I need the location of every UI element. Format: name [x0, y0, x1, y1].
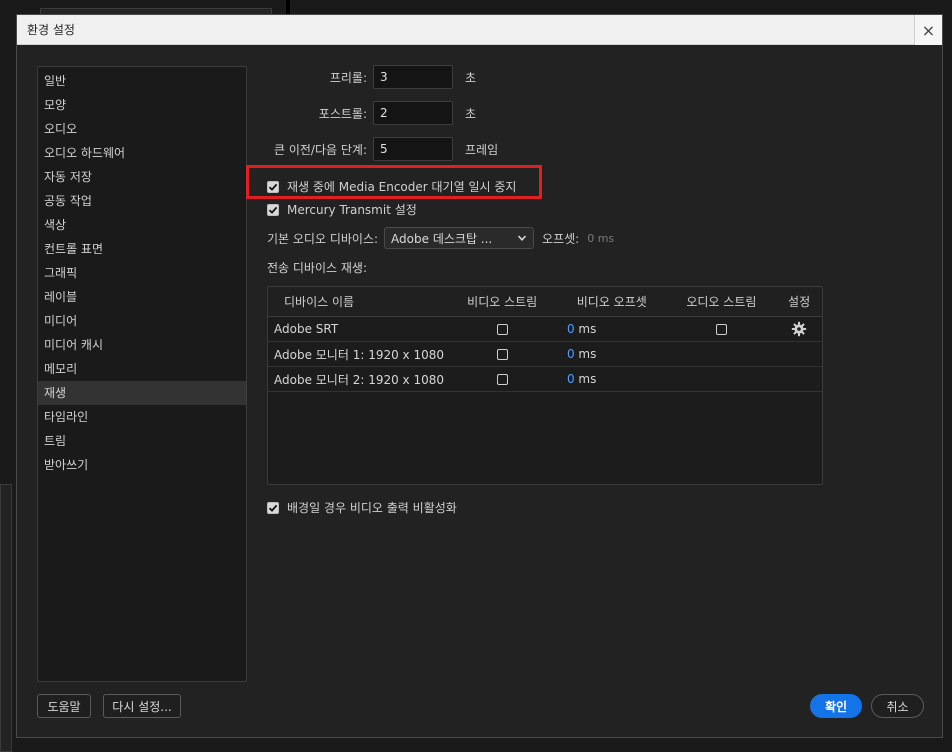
sidebar-item-auto-save[interactable]: 자동 저장: [38, 165, 246, 189]
audio-device-row: 기본 오디오 디바이스: Adobe 데스크탑 ... 오프셋: 0 ms: [267, 227, 614, 249]
audio-device-select[interactable]: Adobe 데스크탑 ...: [384, 227, 535, 249]
disable-video-background-option[interactable]: 배경일 경우 비디오 출력 비활성화: [267, 499, 457, 516]
transmit-heading: 전송 디바이스 재생:: [267, 259, 367, 276]
header-video-stream: 비디오 스트림: [467, 295, 538, 309]
step-input[interactable]: 5: [373, 137, 453, 161]
sidebar-item-collaboration[interactable]: 공동 작업: [38, 189, 246, 213]
table-row: Adobe 모니터 1: 1920 x 1080 0 ms: [268, 342, 822, 367]
disable-video-background-checkbox[interactable]: [267, 501, 279, 514]
device-name: Adobe 모니터 2: 1920 x 1080: [274, 372, 445, 387]
header-device-name: 디바이스 이름: [284, 295, 355, 309]
video-offset-value[interactable]: 0: [567, 347, 575, 361]
postroll-label: 포스트롤:: [318, 106, 367, 121]
preroll-label: 프리롤:: [329, 70, 367, 85]
help-button[interactable]: 도움말: [37, 694, 91, 718]
close-button[interactable]: ×: [914, 15, 942, 45]
checkmark-icon: [268, 206, 278, 214]
sidebar-item-audio[interactable]: 오디오: [38, 117, 246, 141]
pause-encoder-label: 재생 중에 Media Encoder 대기열 일시 중지: [287, 180, 517, 194]
step-row: 큰 이전/다음 단계: 5 프레임: [248, 137, 498, 161]
postroll-row: 포스트롤: 2 초: [248, 101, 476, 125]
video-stream-checkbox[interactable]: [496, 324, 508, 335]
cancel-button[interactable]: 취소: [871, 694, 924, 718]
disable-video-background-label: 배경일 경우 비디오 출력 비활성화: [287, 501, 457, 515]
transmit-device-table: 디바이스 이름 비디오 스트림 비디오 오프셋 오디오 스트림 설정 Adobe…: [267, 286, 823, 485]
table-header: 디바이스 이름 비디오 스트림 비디오 오프셋 오디오 스트림 설정: [268, 287, 822, 317]
transmit-label: 전송 디바이스 재생:: [267, 261, 367, 275]
background-tool-strip: [0, 484, 12, 752]
audio-device-label: 기본 오디오 디바이스:: [267, 231, 379, 246]
checkmark-icon: [268, 504, 278, 512]
sidebar-item-timeline[interactable]: 타임라인: [38, 405, 246, 429]
cancel-button-label: 취소: [886, 699, 909, 714]
table-row: Adobe 모니터 2: 1920 x 1080 0 ms: [268, 367, 822, 392]
preferences-category-list: 일반 모양 오디오 오디오 하드웨어 자동 저장 공동 작업 색상 컨트롤 표면…: [37, 66, 247, 682]
dialog-title: 환경 설정: [27, 23, 75, 37]
preroll-row: 프리롤: 3 초: [248, 65, 476, 89]
video-offset-unit: ms: [578, 347, 597, 361]
video-offset-value[interactable]: 0: [567, 322, 575, 336]
chevron-down-icon: [517, 235, 527, 241]
sidebar-item-media[interactable]: 미디어: [38, 309, 246, 333]
sidebar-item-graphics[interactable]: 그래픽: [38, 261, 246, 285]
video-offset-unit: ms: [578, 372, 597, 386]
sidebar-item-labels[interactable]: 레이블: [38, 285, 246, 309]
sidebar-item-trim[interactable]: 트림: [38, 429, 246, 453]
header-settings: 설정: [788, 295, 811, 309]
video-stream-checkbox[interactable]: [496, 374, 508, 385]
background-divider: [286, 0, 290, 14]
offset-value: 0 ms: [587, 231, 615, 245]
sidebar-item-audio-hardware[interactable]: 오디오 하드웨어: [38, 141, 246, 165]
device-name: Adobe 모니터 1: 1920 x 1080: [274, 347, 445, 362]
preroll-input[interactable]: 3: [373, 65, 453, 89]
close-icon: ×: [921, 20, 936, 40]
step-unit: 프레임: [465, 142, 499, 157]
video-offset-value[interactable]: 0: [567, 372, 575, 386]
reset-button[interactable]: 다시 설정...: [103, 694, 181, 718]
reset-button-label: 다시 설정...: [112, 699, 172, 714]
sidebar-item-control-surface[interactable]: 컨트롤 표면: [38, 237, 246, 261]
ok-button-label: 확인: [824, 699, 848, 714]
gear-icon: [791, 321, 807, 337]
sidebar-item-general[interactable]: 일반: [38, 69, 246, 93]
offset-label: 오프셋:: [542, 231, 580, 246]
video-offset-unit: ms: [578, 322, 597, 336]
pause-encoder-checkbox[interactable]: [267, 180, 279, 193]
checkmark-icon: [268, 183, 278, 191]
preroll-unit: 초: [465, 70, 477, 85]
dialog-titlebar: 환경 설정: [17, 15, 942, 45]
video-stream-checkbox[interactable]: [496, 349, 508, 360]
device-name: Adobe SRT: [274, 322, 339, 336]
audio-stream-checkbox[interactable]: [715, 324, 727, 335]
help-button-label: 도움말: [47, 699, 81, 714]
sidebar-item-playback[interactable]: 재생: [38, 381, 246, 405]
ok-button[interactable]: 확인: [810, 694, 862, 718]
sidebar-item-media-cache[interactable]: 미디어 캐시: [38, 333, 246, 357]
sidebar-item-color[interactable]: 색상: [38, 213, 246, 237]
header-video-offset: 비디오 오프셋: [576, 295, 647, 309]
mercury-transmit-option[interactable]: Mercury Transmit 설정: [267, 201, 417, 218]
audio-device-value: Adobe 데스크탑 ...: [391, 231, 493, 246]
pause-encoder-option[interactable]: 재생 중에 Media Encoder 대기열 일시 중지: [267, 178, 516, 195]
device-settings-button[interactable]: [776, 321, 822, 337]
step-label: 큰 이전/다음 단계:: [274, 142, 367, 157]
mercury-transmit-label: Mercury Transmit 설정: [287, 203, 417, 217]
table-row: Adobe SRT 0 ms: [268, 317, 822, 342]
sidebar-item-transcription[interactable]: 받아쓰기: [38, 453, 246, 477]
postroll-unit: 초: [465, 106, 477, 121]
sidebar-item-memory[interactable]: 메모리: [38, 357, 246, 381]
postroll-input[interactable]: 2: [373, 101, 453, 125]
header-audio-stream: 오디오 스트림: [686, 295, 757, 309]
mercury-transmit-checkbox[interactable]: [267, 203, 279, 216]
sidebar-item-appearance[interactable]: 모양: [38, 93, 246, 117]
